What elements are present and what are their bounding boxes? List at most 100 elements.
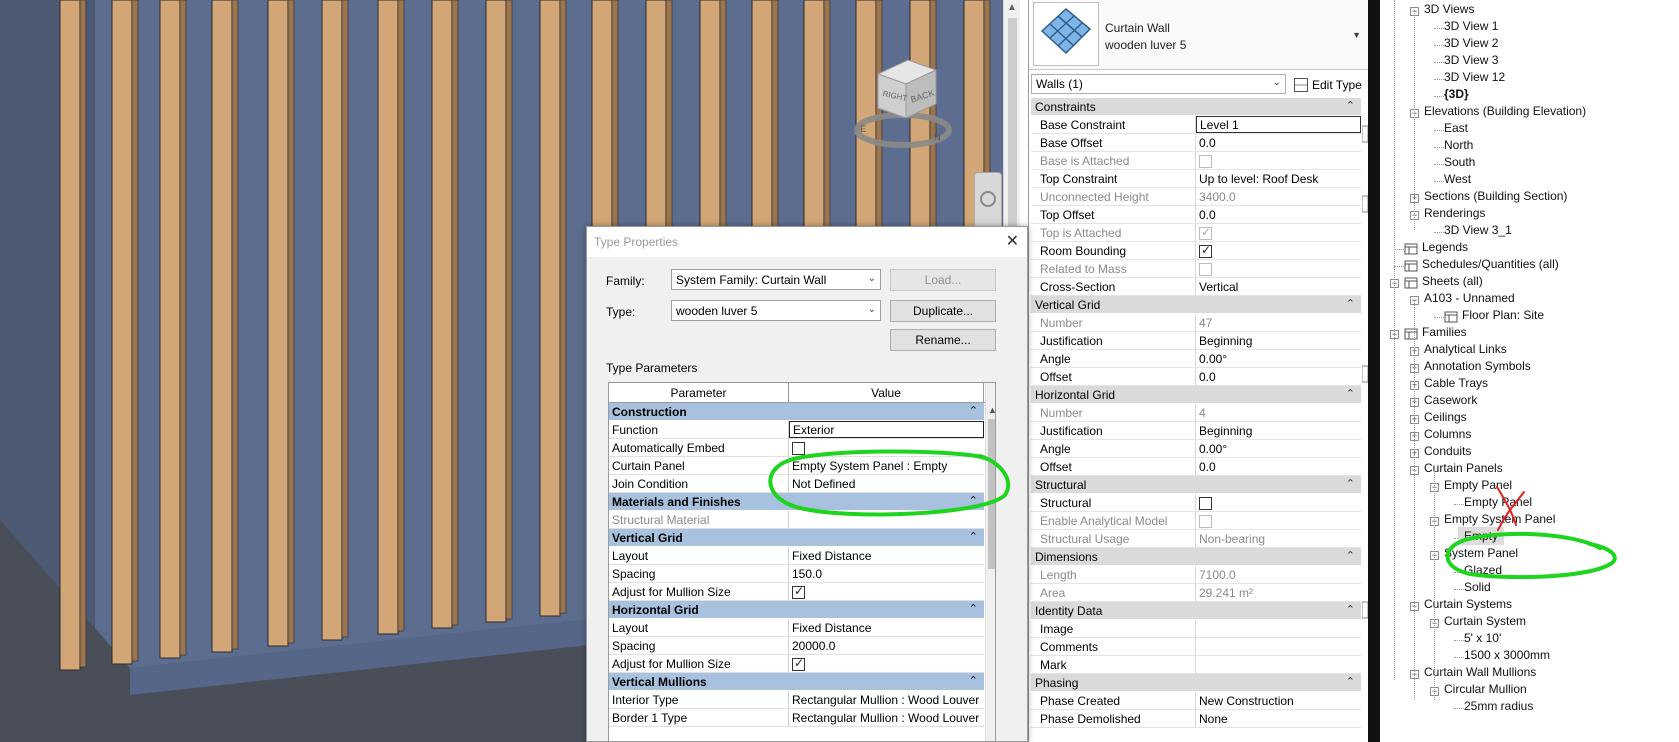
browser-node[interactable]: Sections (Building Section) (1424, 187, 1567, 205)
property-group-header[interactable]: Horizontal Grid ⌃ (1031, 386, 1361, 404)
element-filter-dropdown[interactable]: Walls (1) ⌄ (1031, 74, 1286, 94)
property-value[interactable]: Up to level: Roof Desk (1196, 170, 1361, 187)
property-value[interactable]: Beginning (1196, 332, 1361, 349)
browser-node[interactable]: System Panel (1444, 544, 1518, 562)
type-param-value[interactable] (789, 583, 984, 600)
browser-node[interactable]: 3D View 1 (1444, 17, 1498, 35)
property-group-header[interactable]: Constraints ⌃ (1031, 98, 1361, 116)
compass-n[interactable]: N (934, 132, 941, 142)
browser-node[interactable]: Sheets (all) (1422, 272, 1483, 290)
collapse-icon[interactable]: ⌃ (1346, 603, 1355, 616)
browser-node[interactable]: South (1444, 153, 1475, 171)
value-column-header[interactable]: Value (789, 383, 984, 402)
type-param-group-header[interactable]: Vertical Mullions ⌃ (609, 673, 984, 691)
property-value[interactable]: 0.0 (1196, 206, 1361, 223)
browser-node[interactable]: 3D View 3 (1444, 51, 1498, 69)
browser-node[interactable]: Renderings (1424, 204, 1485, 222)
property-value[interactable]: 0.0 (1196, 134, 1361, 151)
browser-node[interactable]: Elevations (Building Elevation) (1424, 102, 1586, 120)
browser-node[interactable]: Families (1422, 323, 1467, 341)
browser-node[interactable]: Ceilings (1424, 408, 1467, 426)
type-param-group-header[interactable]: Horizontal Grid ⌃ (609, 601, 984, 619)
browser-node[interactable]: A103 - Unnamed (1424, 289, 1515, 307)
close-icon[interactable]: ✕ (1006, 231, 1019, 251)
browser-node[interactable]: West (1444, 170, 1471, 188)
type-dropdown-icon[interactable]: ▼ (1352, 30, 1361, 40)
property-checkbox[interactable] (1199, 497, 1212, 511)
type-param-value[interactable]: Fixed Distance (789, 619, 984, 636)
rename-button[interactable]: Rename... (890, 329, 996, 351)
browser-node[interactable]: Floor Plan: Site (1462, 306, 1544, 324)
scroll-up-icon[interactable]: ▲ (1007, 2, 1017, 13)
browser-node[interactable]: Curtain System (1444, 612, 1526, 630)
browser-node[interactable]: 3D View 2 (1444, 34, 1498, 52)
type-select[interactable]: wooden luver 5 ⌄ (671, 300, 881, 321)
collapse-icon[interactable]: ⌃ (969, 674, 978, 687)
collapse-icon[interactable]: ⌃ (1346, 549, 1355, 562)
property-group-header[interactable]: Vertical Grid ⌃ (1031, 296, 1361, 314)
viewcube-graphic[interactable]: RIGHT BACK E N (848, 52, 958, 152)
browser-node[interactable]: 1500 x 3000mm (1464, 646, 1550, 664)
type-param-value[interactable]: Not Defined (789, 475, 984, 492)
type-param-value[interactable] (789, 439, 984, 456)
browser-node[interactable]: Legends (1422, 238, 1468, 256)
browser-node[interactable]: 25mm radius (1464, 697, 1533, 715)
type-param-value[interactable]: 20000.0 (789, 637, 984, 654)
type-param-group-header[interactable]: Construction ⌃ (609, 403, 984, 421)
property-value[interactable]: Level 1 (1196, 116, 1361, 133)
parameter-column-header[interactable]: Parameter (609, 383, 789, 402)
scroll-up-icon[interactable]: ▲ (988, 405, 995, 415)
compass-e[interactable]: E (860, 124, 866, 134)
browser-node[interactable]: Empty System Panel (1444, 510, 1555, 528)
collapse-icon[interactable]: ⌃ (1346, 99, 1355, 112)
property-value[interactable]: 0.0 (1196, 458, 1361, 475)
browser-node[interactable]: Curtain Wall Mullions (1424, 663, 1536, 681)
property-value[interactable]: 0.0 (1196, 368, 1361, 385)
browser-node[interactable]: Circular Mullion (1444, 680, 1527, 698)
collapse-icon[interactable]: ⌃ (969, 404, 978, 417)
type-param-checkbox[interactable] (792, 442, 805, 456)
browser-node[interactable]: Empty Panel (1464, 493, 1532, 511)
type-param-value[interactable]: Fixed Distance (789, 547, 984, 564)
type-parameters-scroll-thumb[interactable] (988, 419, 995, 569)
property-value[interactable]: 0.00° (1196, 440, 1361, 457)
edit-type-button[interactable]: Edit Type (1291, 74, 1367, 94)
property-value[interactable]: 0.00° (1196, 350, 1361, 367)
type-param-value[interactable]: Rectangular Mullion : Wood Louver (789, 709, 984, 726)
browser-node[interactable]: Annotation Symbols (1424, 357, 1531, 375)
browser-node[interactable]: {3D} (1444, 85, 1469, 103)
type-param-value[interactable]: Rectangular Mullion : Wood Louver (789, 691, 984, 708)
browser-node[interactable]: Curtain Panels (1424, 459, 1503, 477)
panel-divider[interactable] (1368, 0, 1380, 742)
property-group-header[interactable]: Dimensions ⌃ (1031, 548, 1361, 566)
property-value[interactable]: New Construction (1196, 692, 1361, 709)
property-value[interactable] (1196, 656, 1361, 673)
property-value[interactable] (1196, 638, 1361, 655)
browser-node[interactable]: Empty (1458, 527, 1505, 545)
property-value[interactable] (1196, 494, 1361, 511)
browser-node[interactable]: Schedules/Quantities (all) (1422, 255, 1559, 273)
collapse-icon[interactable]: ⌃ (1346, 297, 1355, 310)
collapse-icon[interactable]: ⌃ (969, 530, 978, 543)
type-param-checkbox[interactable] (792, 584, 805, 600)
browser-node[interactable]: 5' x 10' (1464, 629, 1501, 647)
collapse-icon[interactable]: ⌃ (1346, 387, 1355, 400)
type-param-value[interactable]: Empty System Panel : Empty (789, 457, 984, 474)
type-param-value[interactable]: Exterior (789, 421, 984, 438)
family-select[interactable]: System Family: Curtain Wall ⌄ (671, 269, 881, 290)
dialog-titlebar[interactable]: Type Properties ✕ (587, 227, 1027, 257)
browser-node[interactable]: 3D View 12 (1444, 68, 1505, 86)
property-group-header[interactable]: Identity Data ⌃ (1031, 602, 1361, 620)
property-group-header[interactable]: Phasing ⌃ (1031, 674, 1361, 692)
type-param-value[interactable] (789, 655, 984, 672)
browser-node[interactable]: North (1444, 136, 1473, 154)
browser-node[interactable]: Curtain Systems (1424, 595, 1512, 613)
collapse-icon[interactable]: ⌃ (1346, 477, 1355, 490)
load-button[interactable]: Load... (890, 269, 996, 291)
type-param-group-header[interactable]: Materials and Finishes ⌃ (609, 493, 984, 511)
browser-node[interactable]: Casework (1424, 391, 1477, 409)
property-value[interactable]: Beginning (1196, 422, 1361, 439)
property-value[interactable] (1196, 620, 1361, 637)
browser-node[interactable]: Glazed (1464, 561, 1502, 579)
property-value[interactable]: None (1196, 710, 1361, 727)
